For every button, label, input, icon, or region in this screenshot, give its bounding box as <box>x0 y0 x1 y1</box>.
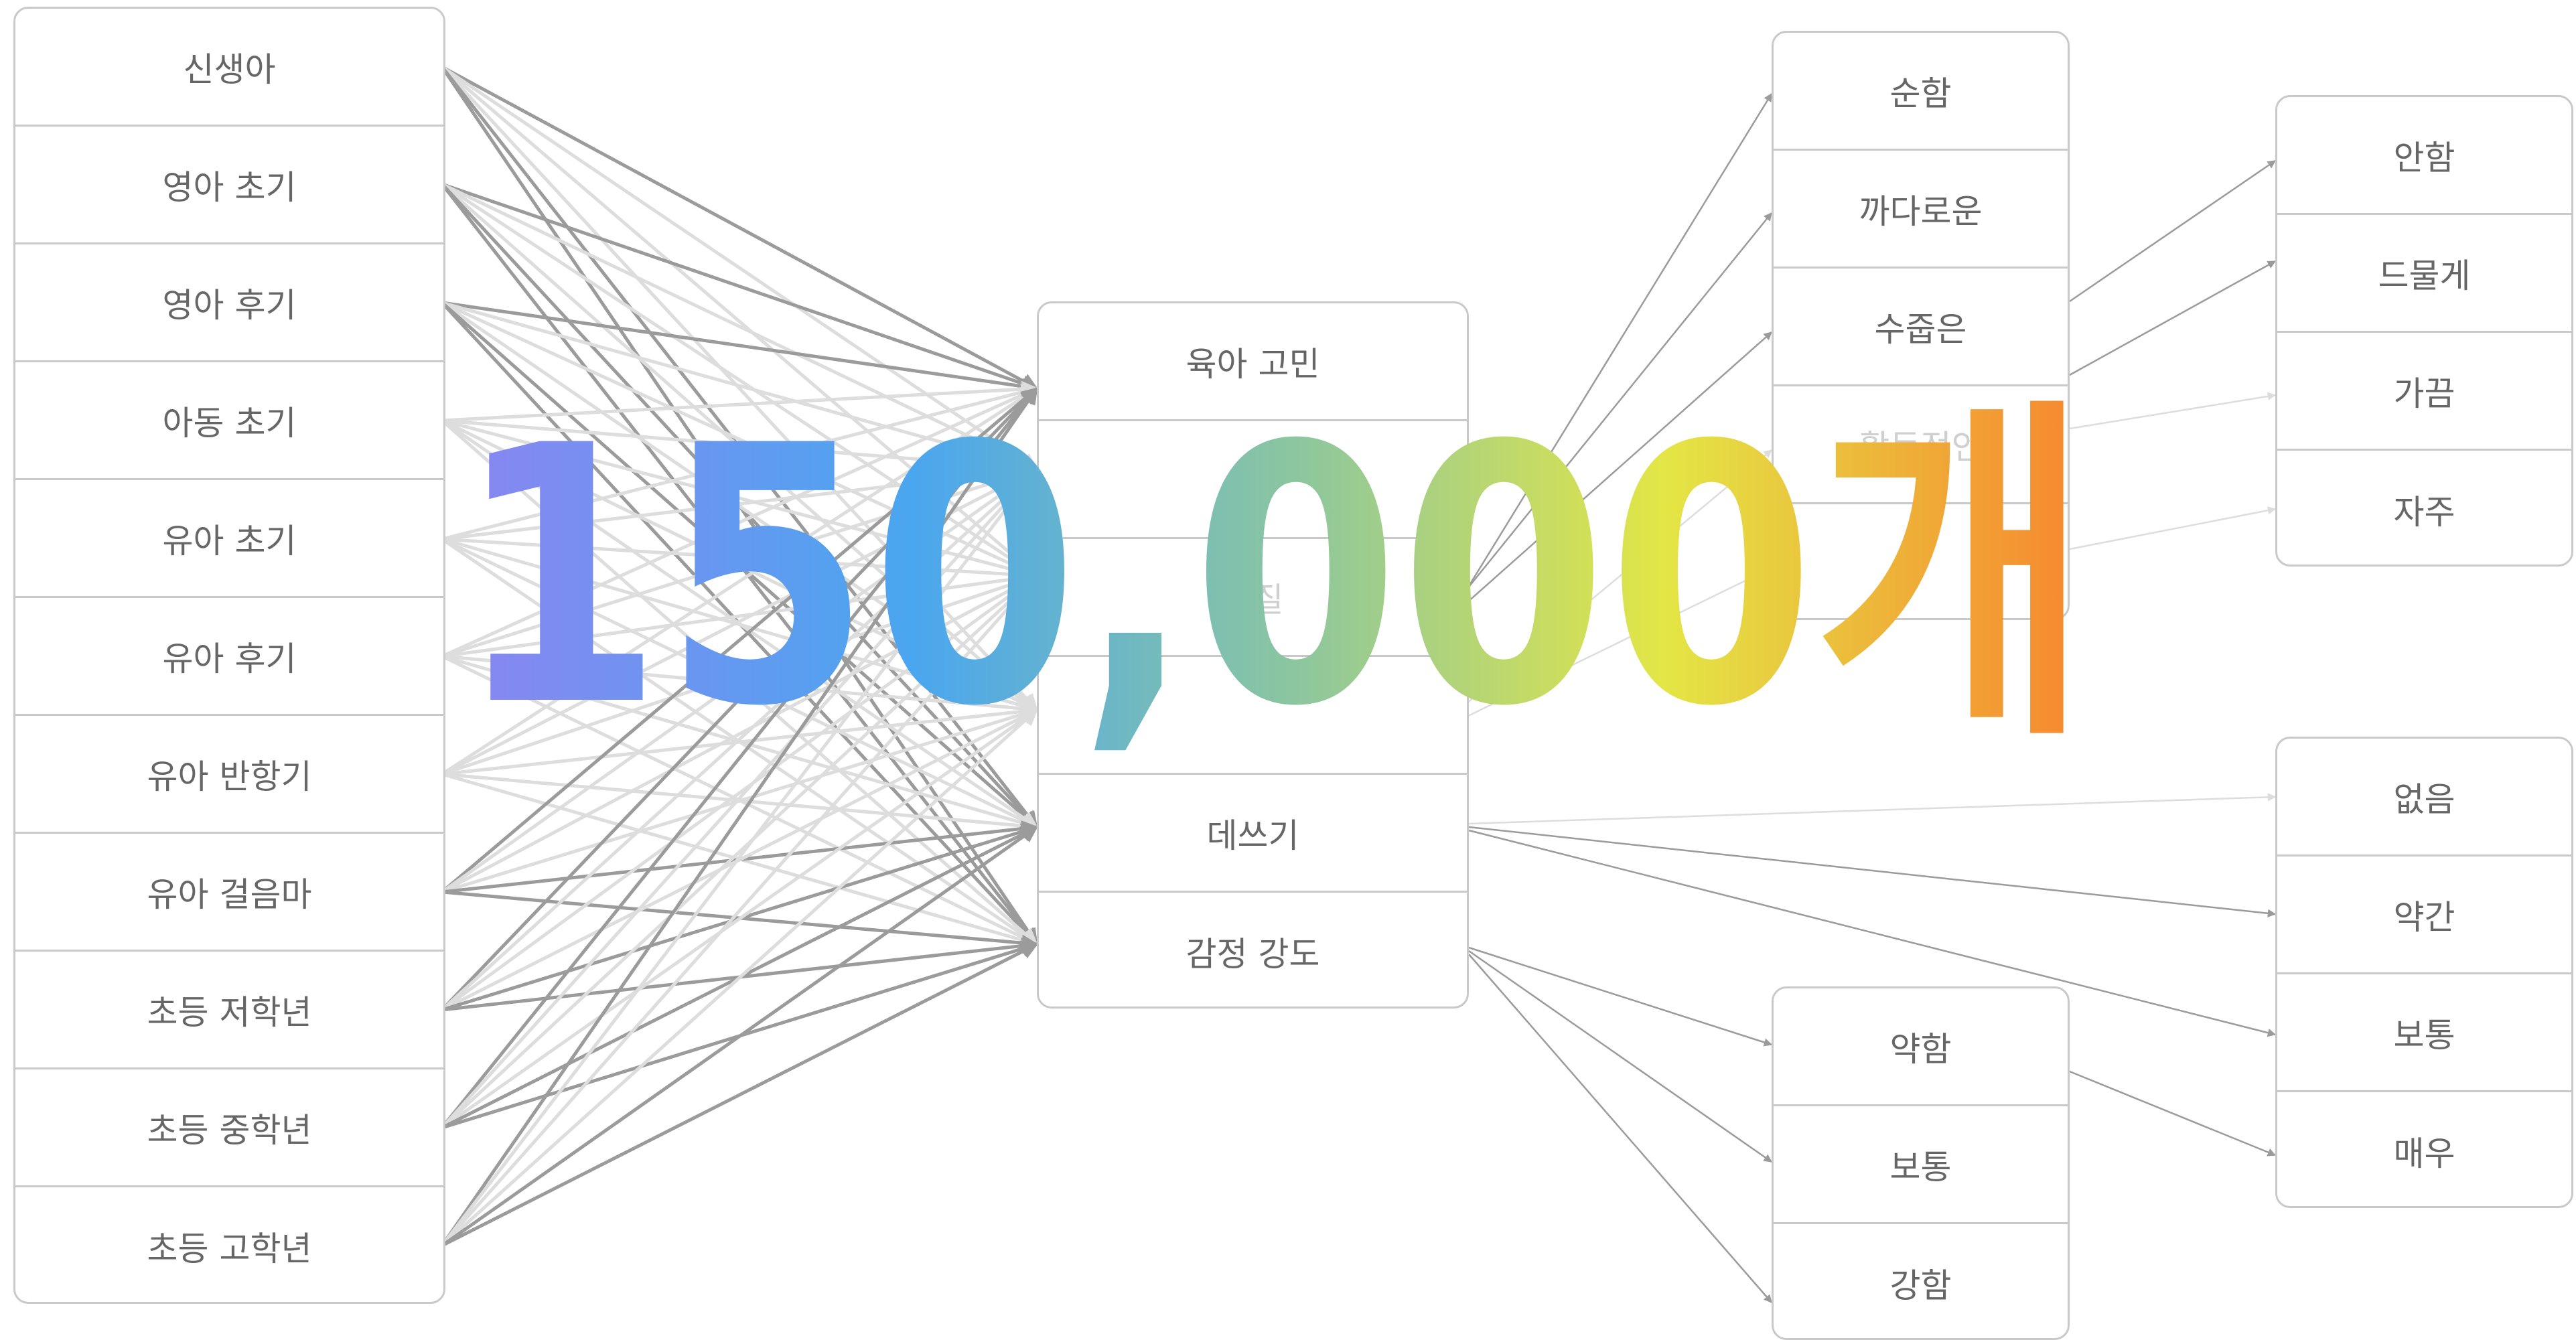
connector-line <box>1466 212 1772 590</box>
connector-line <box>1468 946 1773 1047</box>
frequency-item[interactable]: 자주 <box>2277 451 2571 565</box>
age-item[interactable]: 초등 고학년 <box>15 1187 443 1302</box>
degree-item[interactable]: 없음 <box>2277 739 2571 857</box>
connector-line <box>1465 92 1773 590</box>
frequency-column: 안함 드물게 가끔 자주 <box>2275 95 2573 567</box>
connector-line <box>1468 950 1773 1163</box>
age-item[interactable]: 유아 걸음마 <box>15 834 443 952</box>
age-item[interactable]: 유아 반항기 <box>15 716 443 834</box>
concern-item[interactable]: 감정 강도 <box>1039 893 1467 1007</box>
connector-line <box>1466 331 1772 603</box>
age-item[interactable]: 초등 중학년 <box>15 1069 443 1187</box>
frequency-item[interactable]: 드물게 <box>2277 215 2571 333</box>
connector-line <box>441 537 1039 584</box>
connector-line <box>1468 954 1772 1303</box>
temperament-item[interactable]: 까다로운 <box>1774 151 2068 269</box>
concern-item[interactable]: 데쓰기 <box>1039 775 1467 893</box>
connector-line <box>441 301 1039 712</box>
age-item[interactable]: 초등 저학년 <box>15 952 443 1069</box>
connector-line <box>1466 449 1772 704</box>
temperament-item[interactable]: 활동적인 <box>1774 386 2068 504</box>
connector-line <box>2069 260 2277 376</box>
connector-line <box>441 182 1039 392</box>
concern-column: 육아 고민 기질 데쓰기 감정 강도 <box>1037 301 1469 1009</box>
connector-line <box>441 65 1039 471</box>
connector-line <box>441 380 1039 423</box>
age-item[interactable]: 유아 초기 <box>15 480 443 598</box>
frequency-item[interactable]: 가끔 <box>2277 333 2571 451</box>
connector-line <box>441 825 1039 1248</box>
connector-line <box>441 66 1038 711</box>
concern-item[interactable]: 기질 <box>1039 539 1467 657</box>
connector-line <box>1468 826 2277 918</box>
connector-line <box>441 467 1038 1011</box>
connector-line <box>441 709 1038 1247</box>
connector-line <box>2069 506 2277 550</box>
frequency-item[interactable]: 안함 <box>2277 97 2571 215</box>
connector-line <box>1468 793 2277 825</box>
intensity-item[interactable]: 보통 <box>1774 1106 2068 1224</box>
concern-item[interactable] <box>1039 657 1467 775</box>
intensity-column: 약함 보통 강함 <box>1772 986 2070 1340</box>
temperament-column: 순함 까다로운 수줍은 활동적인 <box>1772 31 2070 620</box>
connector-line <box>2069 392 2277 430</box>
concern-item[interactable]: 육아 고민 <box>1039 303 1467 421</box>
temperament-item[interactable]: 수줍은 <box>1774 269 2068 386</box>
intensity-item[interactable]: 약함 <box>1774 988 2068 1106</box>
connector-line <box>441 301 1039 578</box>
degree-item[interactable]: 매우 <box>2277 1092 2571 1206</box>
age-item[interactable]: 신생아 <box>15 9 443 127</box>
concern-item[interactable] <box>1039 421 1467 539</box>
connector-line <box>441 942 1039 1248</box>
temperament-item[interactable] <box>1774 504 2068 618</box>
connector-line <box>441 467 1038 1247</box>
degree-item[interactable]: 보통 <box>2277 974 2571 1092</box>
connector-line <box>1466 567 1773 718</box>
degree-item[interactable]: 약간 <box>2277 857 2571 974</box>
age-item[interactable]: 아동 초기 <box>15 362 443 480</box>
connector-line <box>2069 1070 2277 1157</box>
intensity-item[interactable]: 강함 <box>1774 1224 2068 1338</box>
age-column: 신생아 영아 초기 영아 후기 아동 초기 유아 초기 유아 후기 유아 반항기… <box>13 7 445 1304</box>
age-item[interactable]: 영아 초기 <box>15 127 443 244</box>
age-item[interactable]: 유아 후기 <box>15 598 443 716</box>
connector-line <box>2069 159 2277 303</box>
degree-column: 없음 약간 보통 매우 <box>2275 737 2573 1208</box>
connector-line <box>441 301 1039 395</box>
temperament-item[interactable]: 순함 <box>1774 33 2068 151</box>
age-item[interactable]: 영아 후기 <box>15 244 443 362</box>
connector-line <box>441 575 1038 1129</box>
